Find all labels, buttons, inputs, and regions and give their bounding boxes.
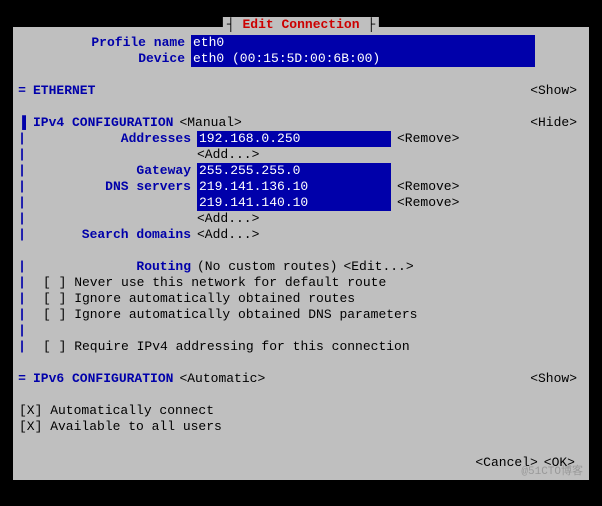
section-marker: |	[13, 195, 31, 211]
ipv6-show-button[interactable]: <Show>	[530, 371, 589, 387]
gateway-input[interactable]: 255.255.255.0	[197, 163, 391, 179]
section-marker: |	[13, 339, 31, 355]
dns-input-2[interactable]: 219.141.140.10	[197, 195, 391, 211]
section-marker: |	[13, 147, 31, 163]
checkbox-require-ipv4[interactable]: [ ] Require IPv4 addressing for this con…	[31, 339, 410, 355]
gateway-label: Gateway	[31, 163, 197, 179]
title-text: Edit Connection	[235, 17, 368, 32]
dns-input-1[interactable]: 219.141.136.10	[197, 179, 391, 195]
watermark: @51CTO博客	[521, 462, 583, 478]
address-add-button[interactable]: <Add...>	[197, 147, 259, 163]
dns-remove-button-2[interactable]: <Remove>	[391, 195, 459, 211]
ipv6-mode-select[interactable]: <Automatic>	[173, 371, 265, 387]
routing-value: (No custom routes)	[197, 259, 337, 275]
section-marker: |	[13, 307, 31, 323]
section-marker: |	[13, 323, 31, 339]
profile-name-input[interactable]: eth0	[191, 35, 535, 51]
profile-name-label: Profile name	[31, 35, 191, 51]
address-input[interactable]: 192.168.0.250	[197, 131, 391, 147]
section-marker: |	[13, 131, 31, 147]
ethernet-section: ETHERNET	[31, 83, 95, 99]
address-remove-button[interactable]: <Remove>	[391, 131, 459, 147]
dns-add-button[interactable]: <Add...>	[197, 211, 259, 227]
section-marker: =	[13, 83, 31, 99]
ipv4-hide-button[interactable]: <Hide>	[530, 115, 589, 131]
checkbox-ignore-dns[interactable]: [ ] Ignore automatically obtained DNS pa…	[31, 307, 417, 323]
checkbox-ignore-routes[interactable]: [ ] Ignore automatically obtained routes	[31, 291, 355, 307]
ipv4-mode-select[interactable]: <Manual>	[173, 115, 241, 131]
checkbox-default-route[interactable]: [ ] Never use this network for default r…	[31, 275, 386, 291]
ipv4-section: IPv4 CONFIGURATION	[31, 115, 173, 131]
routing-label: Routing	[31, 259, 197, 275]
section-marker: |	[13, 259, 31, 275]
section-marker: |	[13, 211, 31, 227]
dialog-title: ┤ Edit Connection ├	[223, 17, 379, 32]
device-label: Device	[31, 51, 191, 67]
section-marker: |	[13, 163, 31, 179]
checkbox-all-users[interactable]: [X] Available to all users	[13, 419, 222, 435]
section-marker: |	[13, 227, 31, 243]
section-marker: |	[13, 291, 31, 307]
routing-edit-button[interactable]: <Edit...>	[337, 259, 413, 275]
section-marker: |	[13, 179, 31, 195]
edit-connection-dialog: ┤ Edit Connection ├ Profile name eth0 De…	[11, 25, 591, 482]
ipv6-section: IPv6 CONFIGURATION	[31, 371, 173, 387]
title-deco-left: ┤	[227, 17, 235, 32]
section-marker: =	[13, 371, 31, 387]
device-input[interactable]: eth0 (00:15:5D:00:6B:00)	[191, 51, 535, 67]
search-domains-label: Search domains	[31, 227, 197, 243]
section-marker: ▐	[13, 115, 31, 131]
dns-remove-button-1[interactable]: <Remove>	[391, 179, 459, 195]
addresses-label: Addresses	[31, 131, 197, 147]
search-domains-add-button[interactable]: <Add...>	[197, 227, 259, 243]
checkbox-auto-connect[interactable]: [X] Automatically connect	[13, 403, 214, 419]
dns-label: DNS servers	[31, 179, 197, 195]
ethernet-show-button[interactable]: <Show>	[530, 83, 589, 99]
title-deco-right: ├	[367, 17, 375, 32]
section-marker: |	[13, 275, 31, 291]
